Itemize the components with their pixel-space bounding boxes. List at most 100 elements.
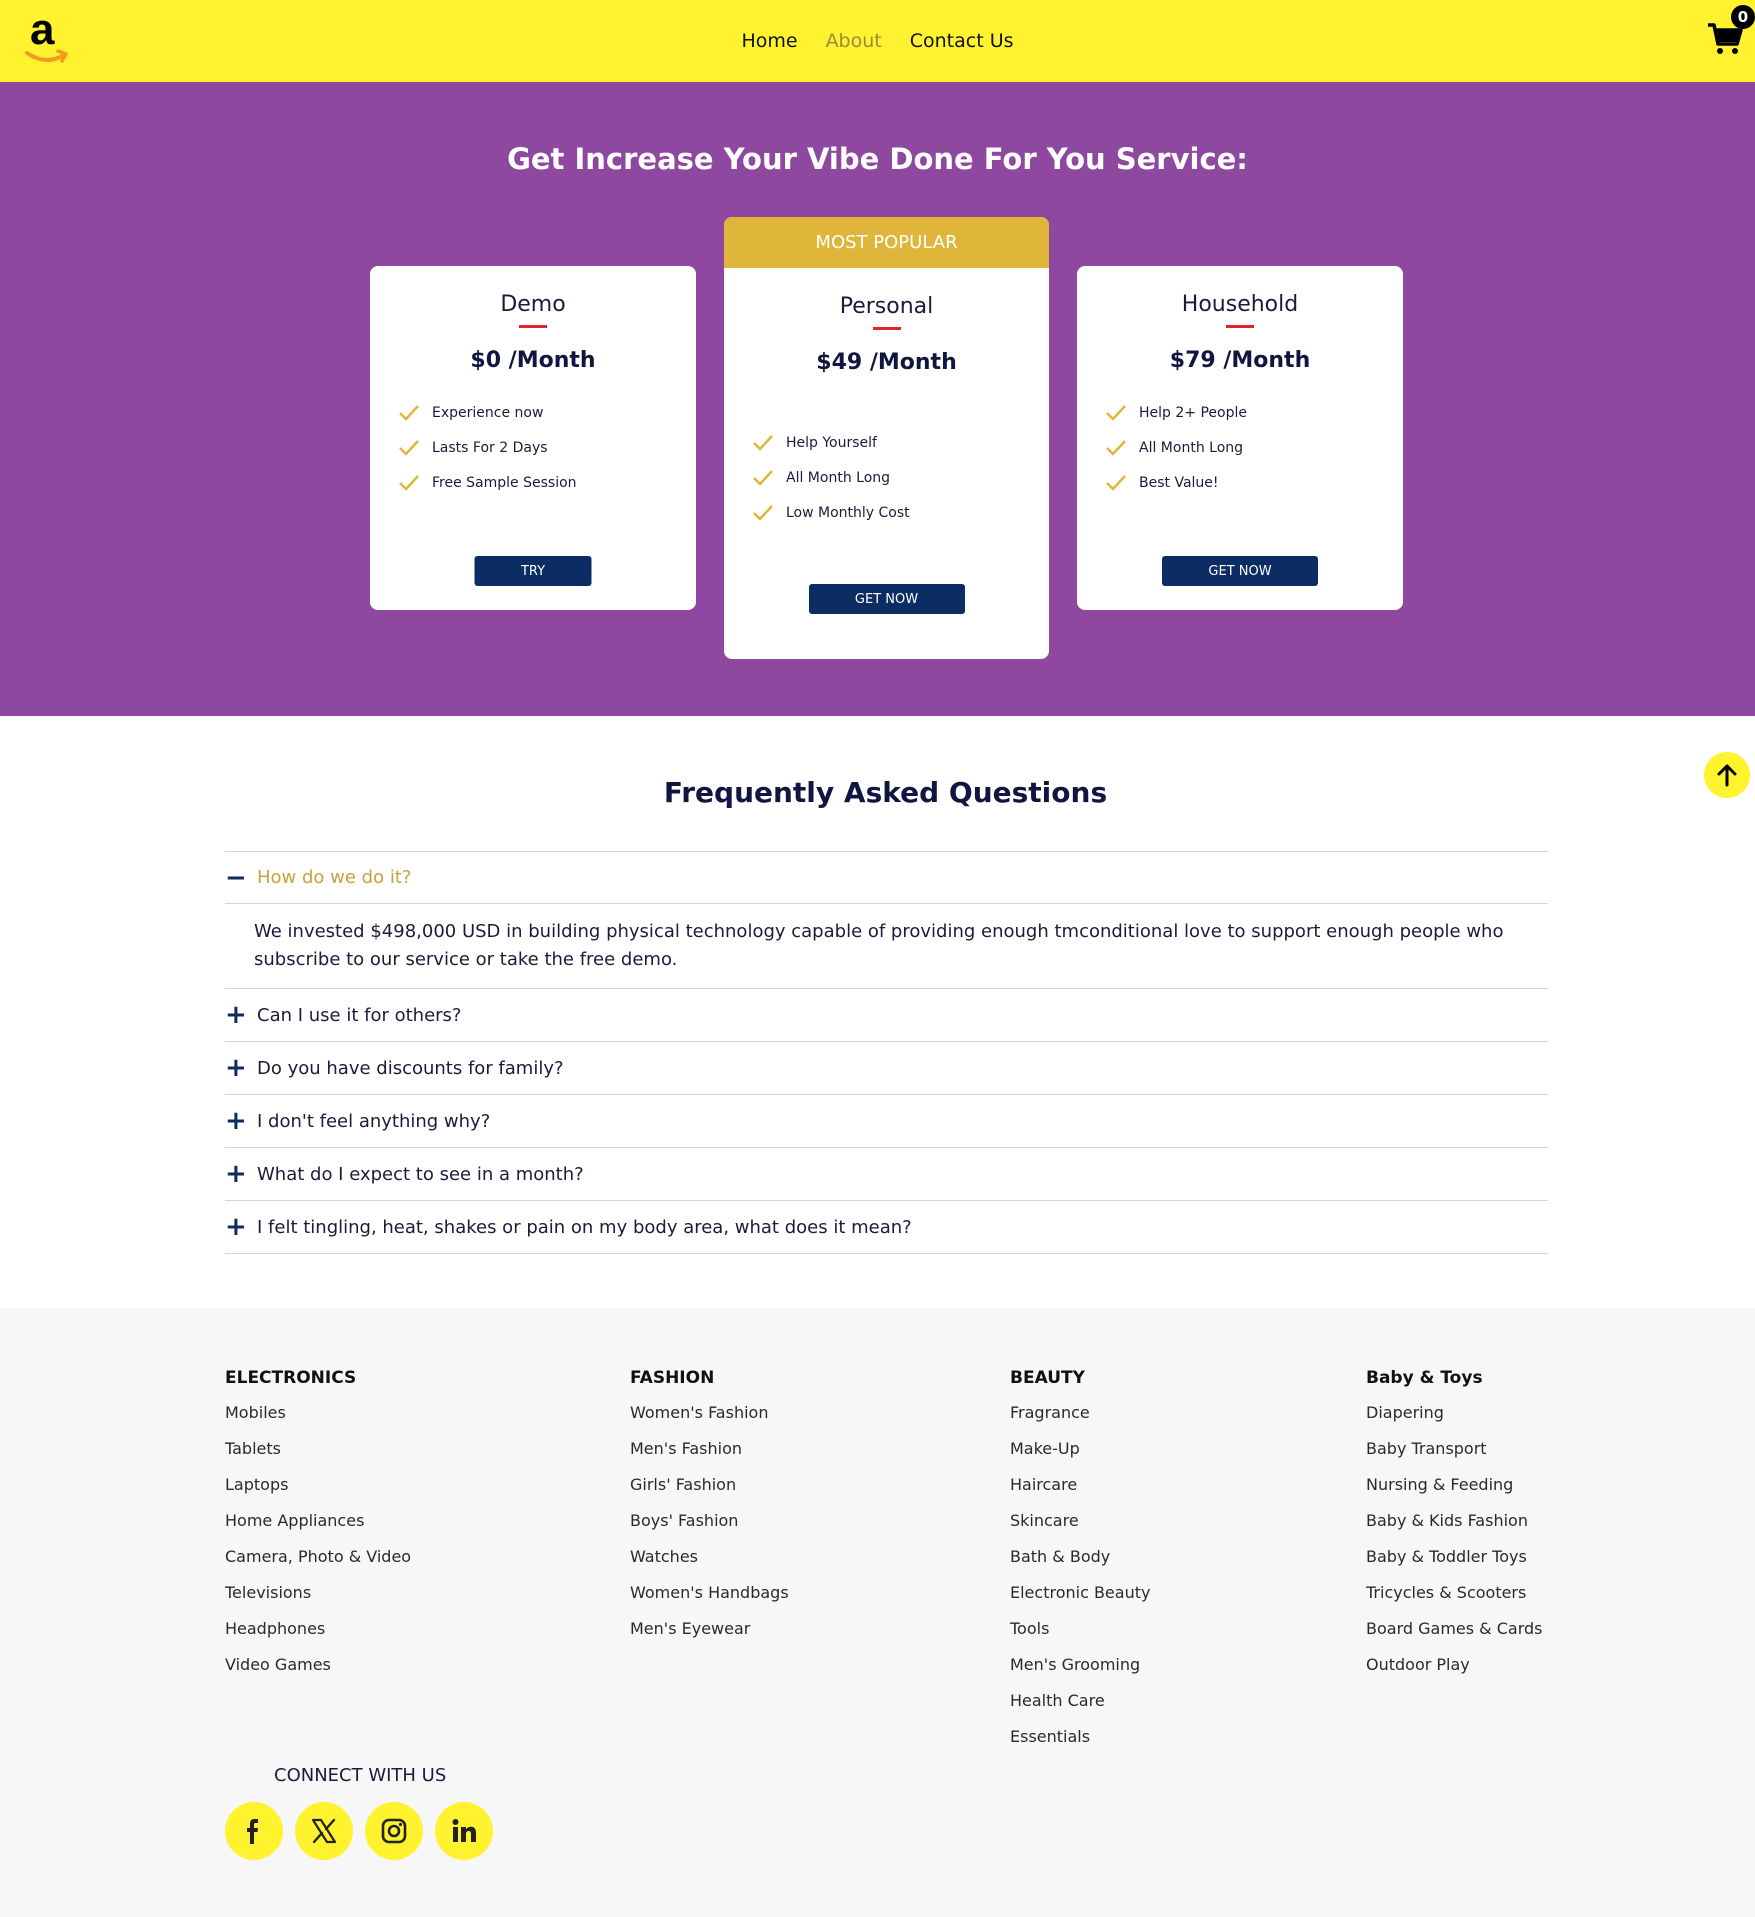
faq-item: + Can I use it for others? (225, 988, 1548, 1041)
faq-divider (225, 1253, 1548, 1254)
footer-column-fashion: FASHION Women's Fashion Men's Fashion Gi… (630, 1368, 789, 1654)
faq-question-toggle[interactable]: + I felt tingling, heat, shakes or pain … (225, 1201, 1548, 1253)
faq-question-toggle[interactable]: + Can I use it for others? (225, 989, 1548, 1041)
cart-count-badge: 0 (1731, 5, 1755, 29)
footer-link[interactable]: Baby & Toddler Toys (1366, 1546, 1543, 1582)
plan-card-personal: MOST POPULAR Personal $49 /Month Help Yo… (724, 217, 1049, 659)
nav-contact-us[interactable]: Contact Us (910, 30, 1014, 52)
plus-icon: + (225, 1053, 247, 1083)
faq-item: + I don't feel anything why? (225, 1094, 1548, 1147)
feature-item: Experience now (398, 395, 696, 430)
feature-text: All Month Long (786, 469, 891, 486)
plan-name: Personal (839, 294, 934, 319)
footer-link[interactable]: Laptops (225, 1474, 411, 1510)
footer-link[interactable]: Diapering (1366, 1402, 1543, 1438)
get-now-button-household[interactable]: GET NOW (1162, 556, 1318, 586)
check-icon (753, 469, 773, 486)
plus-icon: + (225, 1000, 247, 1030)
feature-text: Lasts For 2 Days (432, 439, 548, 456)
footer-link[interactable]: Baby Transport (1366, 1438, 1543, 1474)
faq-accordion: − How do we do it? We invested $498,000 … (225, 851, 1548, 1254)
plan-underline (872, 327, 901, 330)
footer-link[interactable]: Skincare (1010, 1510, 1150, 1546)
main-nav: Home About Contact Us (0, 0, 1755, 82)
nav-home[interactable]: Home (741, 30, 797, 52)
footer-link[interactable]: Essentials (1010, 1726, 1150, 1762)
instagram-icon (381, 1818, 407, 1844)
footer-link[interactable]: Outdoor Play (1366, 1654, 1543, 1690)
footer-link[interactable]: Tablets (225, 1438, 411, 1474)
get-now-button-personal[interactable]: GET NOW (808, 584, 965, 614)
footer-link[interactable]: Electronic Beauty (1010, 1582, 1150, 1618)
check-icon (399, 474, 419, 491)
footer-link[interactable]: Men's Grooming (1010, 1654, 1150, 1690)
footer-column-electronics: ELECTRONICS Mobiles Tablets Laptops Home… (225, 1368, 411, 1690)
nav-about[interactable]: About (826, 30, 882, 52)
footer-link[interactable]: Nursing & Feeding (1366, 1474, 1543, 1510)
feature-item: Best Value! (1105, 465, 1403, 500)
footer-link[interactable]: Men's Fashion (630, 1438, 789, 1474)
check-icon (399, 404, 419, 421)
footer-link[interactable]: Make-Up (1010, 1438, 1150, 1474)
faq-question-toggle[interactable]: + Do you have discounts for family? (225, 1042, 1548, 1094)
footer-link[interactable]: Girls' Fashion (630, 1474, 789, 1510)
faq-item: + I felt tingling, heat, shakes or pain … (225, 1200, 1548, 1253)
faq-question-toggle[interactable]: + I don't feel anything why? (225, 1095, 1548, 1147)
footer-link[interactable]: Watches (630, 1546, 789, 1582)
footer-link[interactable]: Headphones (225, 1618, 411, 1654)
faq-answer: We invested $498,000 USD in building phy… (254, 921, 1504, 970)
check-icon (1106, 439, 1126, 456)
footer-heading: FASHION (630, 1368, 715, 1388)
faq-question-toggle[interactable]: − How do we do it? (225, 852, 1548, 904)
facebook-link[interactable] (225, 1802, 283, 1860)
footer-link[interactable]: Baby & Kids Fashion (1366, 1510, 1543, 1546)
plus-icon: + (225, 1159, 247, 1189)
try-button[interactable]: TRY (474, 556, 592, 586)
footer-column-baby-toys: Baby & Toys Diapering Baby Transport Nur… (1366, 1368, 1543, 1690)
footer-link[interactable]: Bath & Body (1010, 1546, 1150, 1582)
faq-item: + What do I expect to see in a month? (225, 1147, 1548, 1200)
plus-icon: + (225, 1106, 247, 1136)
check-icon (1106, 474, 1126, 491)
footer-link[interactable]: Tools (1010, 1618, 1150, 1654)
plan-price: $0 /Month (470, 348, 596, 373)
plan-price: $79 /Month (1169, 348, 1311, 373)
faq-item: + Do you have discounts for family? (225, 1041, 1548, 1094)
connect-with-us-label: CONNECT WITH US (274, 1765, 447, 1786)
footer-column-beauty: BEAUTY Fragrance Make-Up Haircare Skinca… (1010, 1368, 1150, 1762)
footer-link[interactable]: Home Appliances (225, 1510, 411, 1546)
footer-link[interactable]: Women's Handbags (630, 1582, 789, 1618)
footer-link[interactable]: Women's Fashion (630, 1402, 789, 1438)
faq-question-toggle[interactable]: + What do I expect to see in a month? (225, 1148, 1548, 1200)
footer-link[interactable]: Haircare (1010, 1474, 1150, 1510)
social-links (225, 1802, 493, 1860)
x-link[interactable] (295, 1802, 353, 1860)
footer-link[interactable]: Fragrance (1010, 1402, 1150, 1438)
faq-question: I don't feel anything why? (257, 1110, 491, 1132)
check-icon (1106, 404, 1126, 421)
feature-text: Best Value! (1139, 474, 1219, 491)
footer-link[interactable]: Tricycles & Scooters (1366, 1582, 1543, 1618)
footer-heading: BEAUTY (1010, 1368, 1085, 1388)
plan-name: Demo (500, 292, 566, 317)
instagram-link[interactable] (365, 1802, 423, 1860)
plus-icon: + (225, 1212, 247, 1242)
feature-item: Help Yourself (752, 425, 1049, 460)
x-icon (311, 1818, 337, 1844)
footer-link[interactable]: Boys' Fashion (630, 1510, 789, 1546)
footer-link[interactable]: Televisions (225, 1582, 411, 1618)
linkedin-link[interactable] (435, 1802, 493, 1860)
footer-link[interactable]: Video Games (225, 1654, 411, 1690)
footer-link[interactable]: Mobiles (225, 1402, 411, 1438)
faq-title: Frequently Asked Questions (663, 776, 1108, 809)
feature-text: Help Yourself (786, 434, 877, 451)
footer-link[interactable]: Health Care (1010, 1690, 1150, 1726)
plan-underline (519, 325, 547, 328)
feature-text: Experience now (432, 404, 544, 421)
feature-item: Free Sample Session (398, 465, 696, 500)
feature-item: All Month Long (752, 460, 1049, 495)
feature-item: Help 2+ People (1105, 395, 1403, 430)
footer-link[interactable]: Board Games & Cards (1366, 1618, 1543, 1654)
footer-link[interactable]: Men's Eyewear (630, 1618, 789, 1654)
footer-link[interactable]: Camera, Photo & Video (225, 1546, 411, 1582)
